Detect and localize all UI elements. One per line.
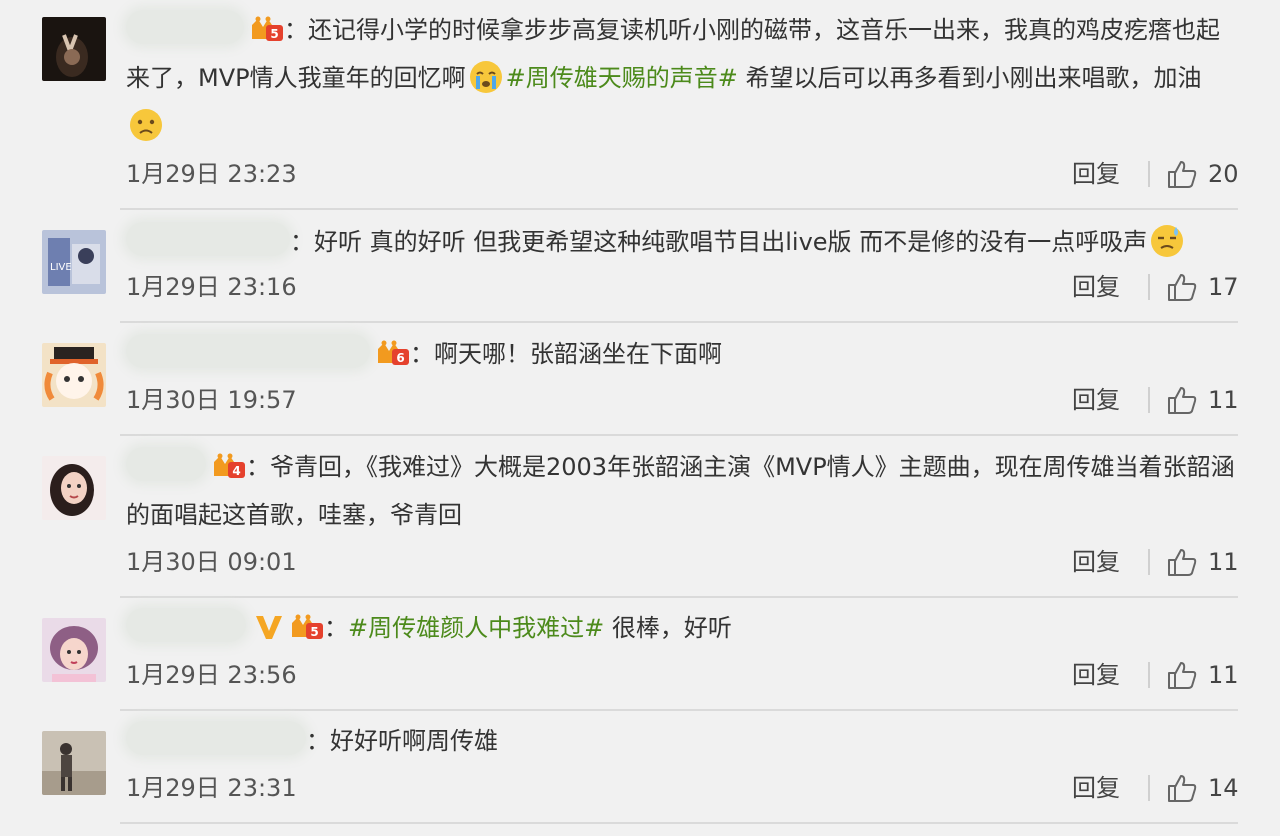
comment-time: 1月29日 23:31 bbox=[126, 774, 297, 802]
avatar[interactable] bbox=[42, 618, 106, 682]
comment-divider bbox=[120, 822, 1238, 824]
comment-meta: 1月29日 23:31 回复 14 bbox=[126, 768, 1239, 808]
crown-fan-badge-icon[interactable]: 6 bbox=[376, 339, 410, 367]
comment-colon: ： bbox=[410, 340, 434, 368]
crown-fan-badge-icon[interactable]: 5 bbox=[250, 15, 284, 43]
comment-meta: 1月29日 23:56 回复 11 bbox=[126, 655, 1239, 695]
username-blurred[interactable] bbox=[126, 10, 244, 44]
comment-list: 5 ：还记得小学的时候拿步步高复读机听小刚的磁带，这音乐一出来，我真的鸡皮疙瘩也起… bbox=[0, 0, 1280, 836]
svg-text:5: 5 bbox=[310, 625, 318, 639]
topic-link[interactable]: #周传雄颜人中我难过# bbox=[348, 614, 604, 642]
divider bbox=[1148, 549, 1150, 575]
username-blurred[interactable] bbox=[126, 334, 370, 368]
reply-button[interactable]: 回复 bbox=[1072, 380, 1120, 420]
comment-colon: ： bbox=[284, 16, 308, 44]
comment-time: 1月29日 23:16 bbox=[126, 273, 297, 301]
comment-text: 爷青回，《我难过》大概是2003年张韶涵主演《MVP情人》主题曲，现在周传雄当着… bbox=[126, 453, 1235, 529]
comment-divider bbox=[120, 208, 1238, 210]
like-count: 17 bbox=[1208, 273, 1239, 301]
comment-body: 5 ：还记得小学的时候拿步步高复读机听小刚的磁带，这音乐一出来，我真的鸡皮疙瘩也起… bbox=[126, 6, 1236, 150]
divider bbox=[1148, 387, 1150, 413]
avatar[interactable] bbox=[42, 731, 106, 795]
comment-text-continued: 希望以后可以再多看到小刚出来唱歌，加油 bbox=[737, 64, 1202, 92]
thumbs-up-icon[interactable] bbox=[1166, 272, 1198, 302]
divider bbox=[1148, 662, 1150, 688]
avatar[interactable] bbox=[42, 343, 106, 407]
comment-divider bbox=[120, 434, 1238, 436]
reply-button[interactable]: 回复 bbox=[1072, 267, 1120, 307]
divider bbox=[1148, 161, 1150, 187]
like-count: 14 bbox=[1208, 774, 1239, 802]
avatar[interactable] bbox=[42, 456, 106, 520]
svg-text:5: 5 bbox=[270, 27, 278, 41]
comment-time: 1月29日 23:56 bbox=[126, 661, 297, 689]
sweat-face-icon bbox=[1149, 223, 1185, 259]
topic-link[interactable]: #周传雄天赐的声音# bbox=[506, 64, 738, 92]
comment-body: ：好好听啊周传雄 bbox=[126, 717, 1236, 765]
comment-time: 1月30日 19:57 bbox=[126, 386, 297, 414]
comment-body: ：好听 真的好听 但我更希望这种纯歌唱节目出live版 而不是修的没有一点呼吸声 bbox=[126, 218, 1236, 266]
comment-body: 5 ：#周传雄颜人中我难过# 很棒，好听 bbox=[126, 604, 1236, 652]
svg-text:LIVE: LIVE bbox=[50, 262, 72, 273]
comment-meta: 1月29日 23:23 回复 20 bbox=[126, 154, 1239, 194]
comment-time: 1月29日 23:23 bbox=[126, 160, 297, 188]
comment-divider bbox=[120, 596, 1238, 598]
comment-text: 很棒，好听 bbox=[604, 614, 732, 642]
reply-button[interactable]: 回复 bbox=[1072, 542, 1120, 582]
thumbs-up-icon[interactable] bbox=[1166, 547, 1198, 577]
svg-text:4: 4 bbox=[232, 464, 240, 478]
comment-meta: 1月30日 19:57 回复 11 bbox=[126, 380, 1239, 420]
username-blurred[interactable] bbox=[126, 608, 246, 642]
thumbs-up-icon[interactable] bbox=[1166, 385, 1198, 415]
comment-divider bbox=[120, 709, 1238, 711]
like-count: 11 bbox=[1208, 548, 1239, 576]
sad-face-icon bbox=[128, 107, 164, 143]
comment-colon: ： bbox=[290, 228, 314, 256]
comment-divider bbox=[120, 321, 1238, 323]
username-blurred[interactable] bbox=[126, 721, 306, 755]
crown-fan-badge-icon[interactable]: 5 bbox=[290, 613, 324, 641]
like-count: 11 bbox=[1208, 661, 1239, 689]
crown-fan-badge-icon[interactable]: 4 bbox=[212, 452, 246, 480]
comment-time: 1月30日 09:01 bbox=[126, 548, 297, 576]
verified-v-icon[interactable] bbox=[254, 613, 284, 641]
comment-body: 4 ：爷青回，《我难过》大概是2003年张韶涵主演《MVP情人》主题曲，现在周传雄… bbox=[126, 443, 1236, 539]
username-blurred[interactable] bbox=[126, 222, 290, 256]
thumbs-up-icon[interactable] bbox=[1166, 159, 1198, 189]
svg-text:6: 6 bbox=[396, 351, 404, 365]
comment-meta: 1月29日 23:16 回复 17 bbox=[126, 267, 1239, 307]
comment-colon: ： bbox=[306, 727, 330, 755]
divider bbox=[1148, 274, 1150, 300]
thumbs-up-icon[interactable] bbox=[1166, 660, 1198, 690]
reply-button[interactable]: 回复 bbox=[1072, 768, 1120, 808]
thumbs-up-icon[interactable] bbox=[1166, 773, 1198, 803]
avatar[interactable]: LIVE bbox=[42, 230, 106, 294]
like-count: 20 bbox=[1208, 160, 1239, 188]
divider bbox=[1148, 775, 1150, 801]
username-blurred[interactable] bbox=[126, 447, 206, 481]
comment-meta: 1月30日 09:01 回复 11 bbox=[126, 542, 1239, 582]
comment-colon: ： bbox=[324, 614, 348, 642]
comment-text: 好好听啊周传雄 bbox=[330, 727, 498, 755]
avatar[interactable] bbox=[42, 17, 106, 81]
comment-text: 啊天哪！张韶涵坐在下面啊 bbox=[434, 340, 722, 368]
comment-text: 好听 真的好听 但我更希望这种纯歌唱节目出live版 而不是修的没有一点呼吸声 bbox=[314, 228, 1148, 256]
comment-colon: ： bbox=[246, 453, 270, 481]
like-count: 11 bbox=[1208, 386, 1239, 414]
reply-button[interactable]: 回复 bbox=[1072, 154, 1120, 194]
reply-button[interactable]: 回复 bbox=[1072, 655, 1120, 695]
comment-body: 6 ：啊天哪！张韶涵坐在下面啊 bbox=[126, 330, 1236, 378]
crying-face-icon bbox=[468, 59, 504, 95]
